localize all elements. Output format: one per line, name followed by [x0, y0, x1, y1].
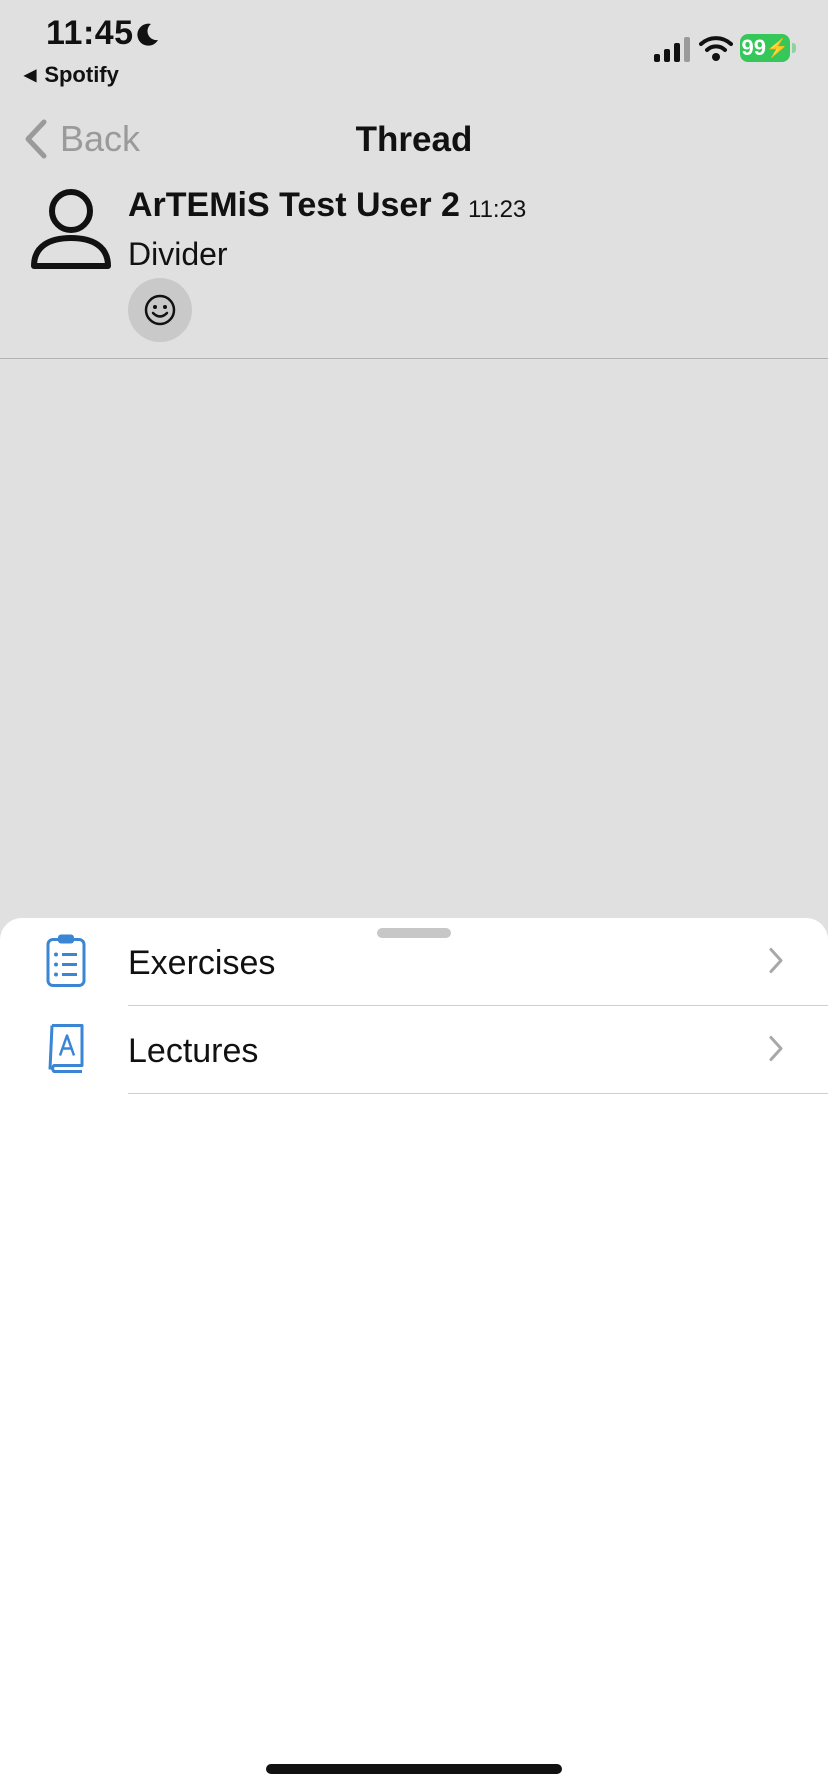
status-time: 11:45 [46, 14, 134, 52]
add-reaction-button[interactable] [128, 278, 192, 342]
message-sender: ArTEMiS Test User 2 [128, 186, 460, 224]
page-title: Thread [355, 120, 473, 159]
back-triangle-icon: ◀ [24, 67, 37, 84]
user-avatar-icon [30, 188, 112, 277]
chevron-right-icon [768, 947, 784, 980]
moon-icon [134, 22, 160, 53]
back-to-app-button[interactable]: ◀ Spotify [24, 62, 119, 88]
sheet-item-exercises[interactable]: Exercises [0, 920, 828, 1006]
thread-divider [0, 358, 828, 359]
message-time: 11:23 [468, 196, 527, 223]
home-indicator[interactable] [266, 1764, 562, 1774]
sheet-item-label: Exercises [128, 943, 276, 982]
book-icon [46, 1024, 86, 1079]
sheet-item-label: Lectures [128, 1031, 259, 1070]
back-app-label: Spotify [44, 62, 119, 87]
chevron-right-icon [768, 1035, 784, 1068]
message-text: Divider [128, 236, 228, 272]
clipboard-list-icon [46, 934, 86, 993]
signal-icon [654, 36, 690, 62]
battery-level: 99 [741, 35, 767, 60]
battery-tip [792, 43, 796, 53]
smiley-icon [144, 294, 176, 326]
wifi-icon [699, 34, 733, 67]
battery-charging-icon: 99 ⚡ [740, 34, 790, 62]
row-separator [128, 1005, 828, 1006]
sheet-item-lectures[interactable]: Lectures [0, 1008, 828, 1094]
row-separator [128, 1093, 828, 1094]
